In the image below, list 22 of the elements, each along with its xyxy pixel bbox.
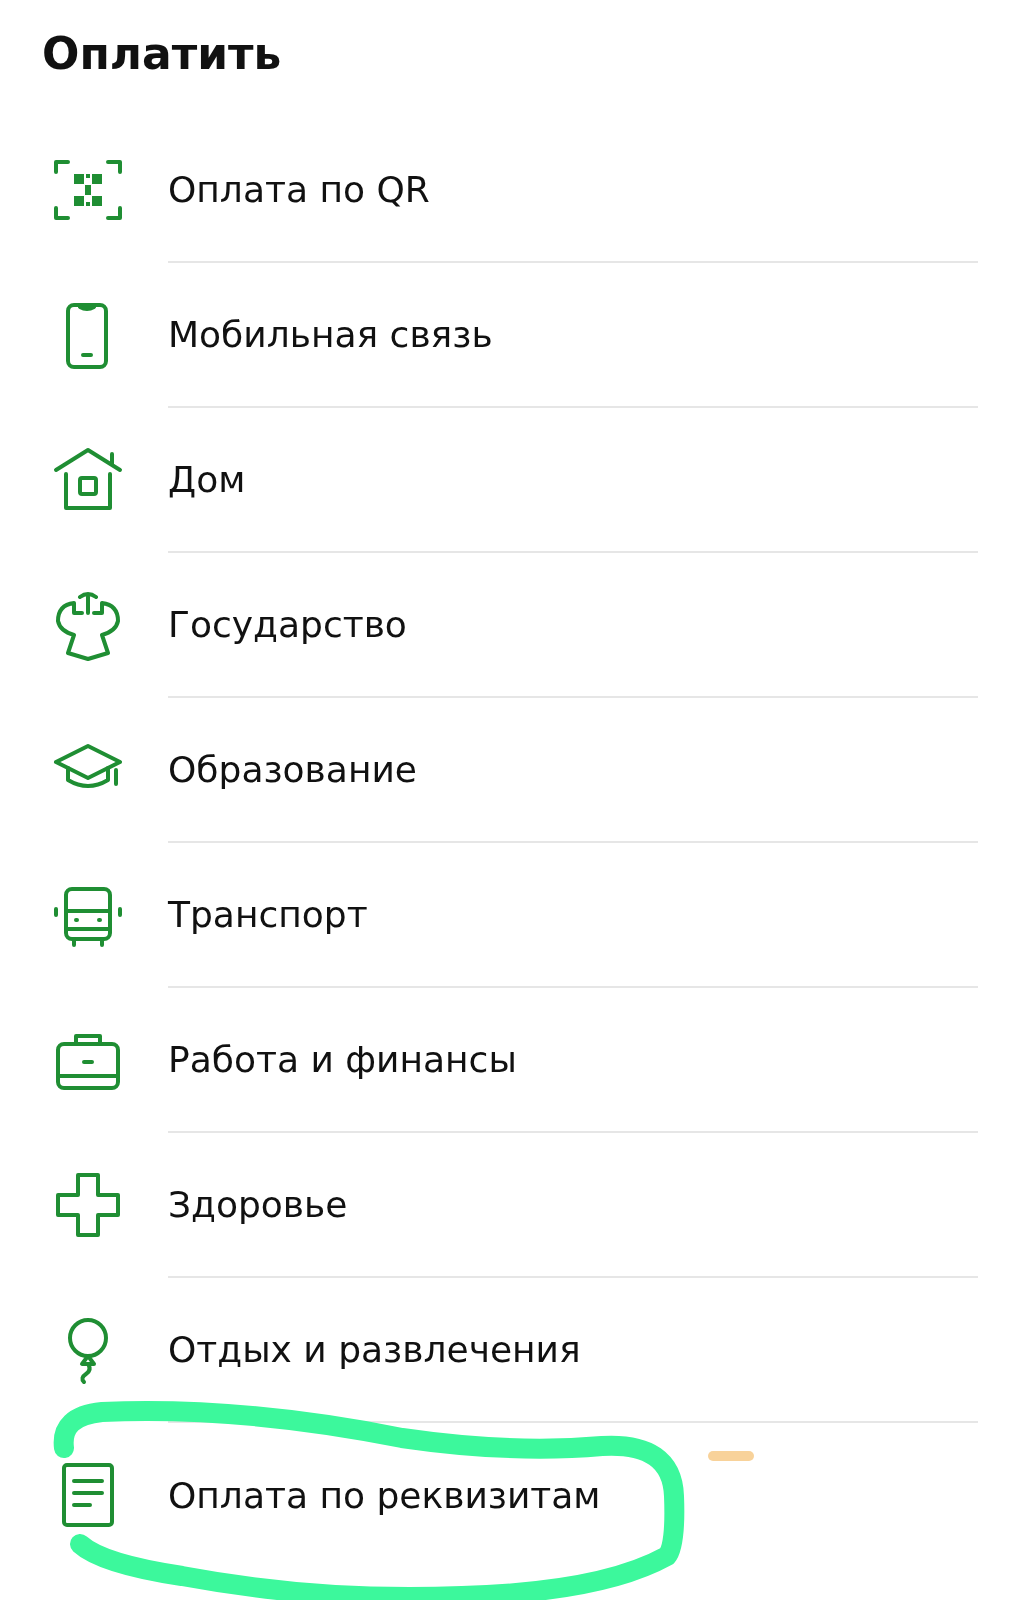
menu-item[interactable]: Государство [0,553,1020,698]
menu-item[interactable]: Работа и финансы [0,988,1020,1133]
menu-item[interactable]: Оплата по QR [0,118,1020,263]
menu-item[interactable]: Образование [0,698,1020,843]
menu-item[interactable]: Транспорт [0,843,1020,988]
menu-item-label: Отдых и развлечения [168,1329,581,1370]
menu-item-label: Здоровье [168,1184,348,1225]
menu-item-label: Оплата по реквизитам [168,1475,601,1516]
menu-item[interactable]: Отдых и развлечения [0,1278,1020,1423]
page-title: Оплатить [41,27,283,81]
menu-item-label: Оплата по QR [168,169,430,210]
menu-item-label: Работа и финансы [168,1039,517,1080]
menu-item[interactable]: Здоровье [0,1133,1020,1278]
menu-item-label: Образование [168,749,417,790]
menu-item-label: Транспорт [168,894,368,935]
menu-item-label: Дом [168,459,246,500]
menu-item[interactable]: Дом [0,408,1020,553]
menu-item[interactable]: Оплата по реквизитам [0,1423,1020,1568]
menu-item-label: Государство [168,604,407,645]
menu-item[interactable]: Мобильная связь [0,263,1020,408]
smudge-mark [706,1448,756,1464]
menu-item-label: Мобильная связь [168,314,493,355]
